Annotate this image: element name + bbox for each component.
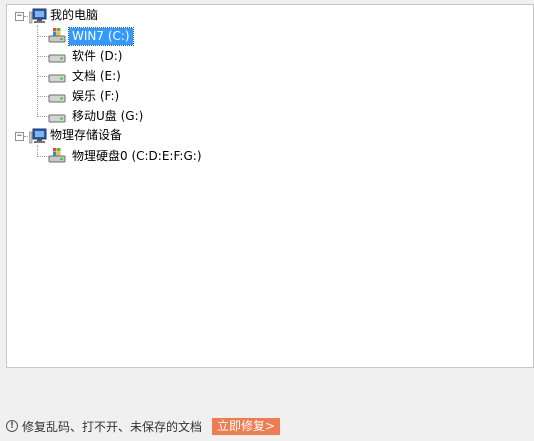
info-icon: ! xyxy=(6,420,18,432)
windows-drive-icon xyxy=(48,28,66,43)
tree-item-drive-d[interactable]: 软件 (D:) xyxy=(69,48,125,65)
tree-item-physical-storage[interactable]: 物理存储设备 xyxy=(47,127,125,144)
drive-icon xyxy=(48,94,66,103)
footer-bar: ! 修复乱码、打不开、未保存的文档 立即修复> xyxy=(6,416,281,436)
expand-toggle-computer[interactable]: − xyxy=(15,12,24,21)
computer-icon xyxy=(29,8,47,24)
tree-item-computer[interactable]: 我的电脑 xyxy=(47,7,101,24)
tree-item-drive-e[interactable]: 文档 (E:) xyxy=(69,68,124,85)
tree-item-drive-g[interactable]: 移动U盘 (G:) xyxy=(69,108,146,125)
fix-now-button[interactable]: 立即修复> xyxy=(212,417,281,435)
drive-icon xyxy=(48,54,66,63)
tree-item-drive-c[interactable]: WIN7 (C:) xyxy=(68,27,134,46)
expand-toggle-physical[interactable]: − xyxy=(15,132,24,141)
computer-icon xyxy=(29,128,47,144)
drive-tree[interactable]: − 我的电脑 WIN7 (C:) 软件 (D:) 文档 (E:) 娱乐 (F:)… xyxy=(6,4,534,368)
drive-icon xyxy=(48,114,66,123)
tree-item-physical-disk-0[interactable]: 物理硬盘0 (C:D:E:F:G:) xyxy=(69,148,205,165)
windows-drive-icon xyxy=(48,148,66,163)
drive-icon xyxy=(48,74,66,83)
footer-message: 修复乱码、打不开、未保存的文档 xyxy=(22,419,203,434)
tree-item-drive-f[interactable]: 娱乐 (F:) xyxy=(69,88,122,105)
